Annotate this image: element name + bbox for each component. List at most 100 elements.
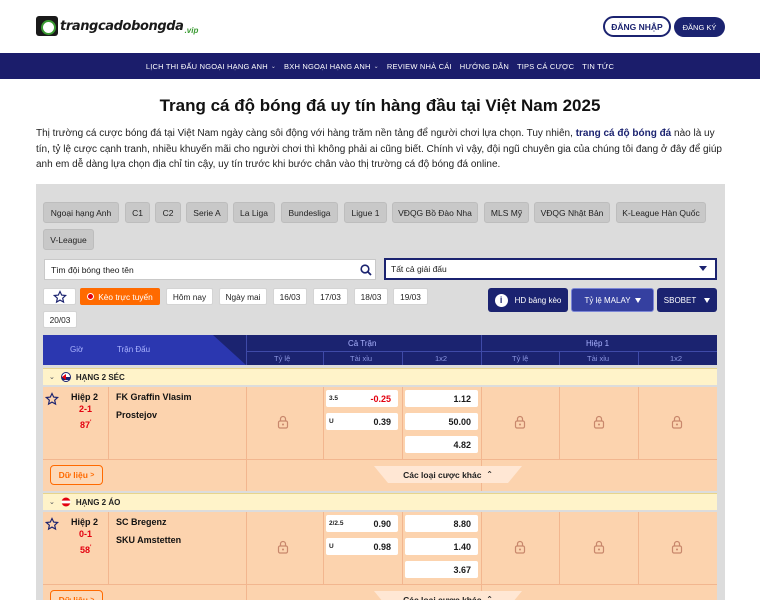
date-filter[interactable]: 17/03 [313, 288, 348, 305]
team-search-input[interactable]: Tìm đội bóng theo tên [44, 259, 376, 280]
nav-item-standings[interactable]: BXH NGOẠI HẠNG ANH ⌄ [284, 62, 379, 71]
divider [323, 512, 324, 584]
date-filter[interactable]: Hôm nay [166, 288, 213, 305]
register-button[interactable]: ĐĂNG KÝ [674, 17, 725, 37]
odds-type-select[interactable]: Tỷ lệ MALAY [571, 288, 654, 312]
league-chip[interactable]: V-League [43, 229, 94, 250]
away-team[interactable]: SKU Amstetten [116, 535, 181, 545]
lock-icon [671, 540, 683, 554]
lock-icon [593, 415, 605, 429]
more-bets-label: Các loại cược khác [403, 594, 482, 600]
match-row: Hiệp 2 2-1 87' FK Graffin Vlasim Prostej… [43, 387, 717, 491]
odds-cell[interactable]: 4.82 [405, 436, 478, 453]
more-bets-label: Các loại cược khác [403, 469, 482, 480]
intro-text: Thị trường cá cược bóng đá tại Việt Nam … [36, 128, 576, 139]
date-filter[interactable]: 20/03 [43, 311, 77, 328]
minute-mark: ' [90, 545, 92, 551]
minute-mark: ' [90, 420, 92, 426]
sub-over-under: Tài xỉu [587, 354, 610, 363]
home-team[interactable]: SC Bregenz [116, 517, 167, 527]
tournament-select[interactable]: Tất cả giải đấu [384, 258, 717, 280]
live-label: Kèo trực tuyến [98, 291, 153, 302]
league-chip[interactable]: K-League Hàn Quốc [616, 202, 706, 223]
home-team[interactable]: FK Graffin Vlasim [116, 392, 192, 402]
league-chip[interactable]: Serie A [186, 202, 228, 223]
divider [559, 351, 560, 365]
league-row[interactable]: ⌄ HẠNG 2 ÁO [43, 493, 717, 510]
minute-value: 87 [80, 420, 91, 430]
chevron-down-icon: ⌄ [49, 374, 55, 381]
league-chip[interactable]: Ngoại hạng Anh [43, 202, 119, 223]
hd-odds-button[interactable]: i HD bảng kèo [488, 288, 568, 312]
divider [246, 387, 247, 491]
intro-paragraph: Thị trường cá cược bóng đá tại Việt Nam … [36, 126, 724, 173]
search-icon[interactable] [360, 264, 372, 276]
intro-link[interactable]: trang cá độ bóng đá [576, 128, 672, 139]
league-name: HẠNG 2 ÁO [75, 497, 121, 507]
match-score: 0-1 [79, 529, 93, 539]
date-filter[interactable]: 18/03 [354, 288, 388, 305]
odds-cell[interactable]: 50.00 [405, 413, 478, 430]
odds-cell[interactable]: 3.67 [405, 561, 478, 578]
odds-cell[interactable]: U 0.39 [326, 413, 398, 430]
match-minute: 87' [80, 420, 91, 430]
nav-item-news[interactable]: TIN TỨC [582, 62, 614, 71]
lock-icon [277, 540, 289, 554]
live-odds-filter[interactable]: Kèo trực tuyến [80, 288, 160, 305]
favorite-star-icon[interactable] [45, 517, 59, 531]
league-chip[interactable]: MLS Mỹ [484, 202, 529, 223]
tournament-value: Tất cả giải đấu [391, 264, 447, 274]
league-chip[interactable]: La Liga [233, 202, 275, 223]
nav-label: HƯỚNG DẪN [459, 61, 509, 71]
divider [559, 512, 560, 584]
nav-item-tips[interactable]: TIPS CÁ CƯỢC [517, 62, 574, 71]
league-flag-icon [60, 372, 71, 382]
site-header: trangcadobongda .vip ĐĂNG NHẬP ĐĂNG KÝ [0, 0, 760, 53]
nav-item-reviews[interactable]: REVIEW NHÀ CÁI [387, 62, 452, 71]
league-chip[interactable]: C1 [125, 202, 150, 223]
date-filter[interactable]: 16/03 [273, 288, 307, 305]
odds-cell[interactable]: 1.40 [405, 538, 478, 555]
favorites-filter[interactable] [43, 288, 76, 305]
date-filter[interactable]: Ngày mai [219, 288, 267, 305]
divider [108, 387, 109, 459]
favorite-star-icon[interactable] [45, 392, 59, 406]
logo-ball-icon [36, 16, 58, 36]
more-bets-button[interactable]: Các loại cược khác ⌃ [374, 466, 522, 483]
divider [323, 351, 324, 365]
match-minute: 58' [80, 545, 91, 555]
league-chip[interactable]: Ligue 1 [344, 202, 387, 223]
logo-text: trangcadobongda [60, 18, 184, 34]
league-chip[interactable]: C2 [155, 202, 181, 223]
more-bets-button[interactable]: Các loại cược khác ⌃ [374, 591, 522, 600]
nav-item-guide[interactable]: HƯỚNG DẪN [460, 62, 509, 71]
match-score: 2-1 [79, 404, 93, 414]
date-filter[interactable]: 19/03 [393, 288, 428, 305]
nav-item-fixtures[interactable]: LỊCH THI ĐẤU NGOẠI HẠNG ANH ⌄ [146, 62, 276, 71]
login-button[interactable]: ĐĂNG NHẬP [603, 16, 671, 37]
league-chip[interactable]: VĐQG Bồ Đào Nha [392, 202, 478, 223]
odds-cell[interactable]: 3.5 -0.25 [326, 390, 398, 407]
match-data-button[interactable]: Dữ liệu > [50, 590, 103, 600]
league-chip[interactable]: Bundesliga [281, 202, 338, 223]
odds-cell[interactable]: 8.80 [405, 515, 478, 532]
odds-cell[interactable]: U 0.98 [326, 538, 398, 555]
sub-handicap: Tỷ lệ [512, 354, 529, 363]
odds-cell[interactable]: 2/2.5 0.90 [326, 515, 398, 532]
site-logo[interactable]: trangcadobongda .vip [36, 16, 198, 36]
chevron-right-icon: > [90, 471, 95, 479]
odds-cell[interactable]: 1.12 [405, 390, 478, 407]
league-chip[interactable]: VĐQG Nhật Bản [534, 202, 610, 223]
divider [559, 387, 560, 459]
match-data-button[interactable]: Dữ liệu > [50, 465, 103, 485]
bookmaker-select[interactable]: SBOBET [657, 288, 717, 312]
page-title: Trang cá độ bóng đá uy tín hàng đầu tại … [159, 96, 601, 115]
chevron-right-icon: > [90, 596, 95, 600]
divider [43, 459, 717, 460]
league-flag-icon [61, 497, 71, 507]
lock-icon [277, 415, 289, 429]
away-team[interactable]: Prostejov [116, 410, 157, 420]
sub-1x2: 1x2 [670, 354, 683, 363]
sub-handicap: Tỷ lệ [274, 354, 291, 363]
league-row[interactable]: ⌄ HẠNG 2 SÉC [43, 368, 717, 385]
